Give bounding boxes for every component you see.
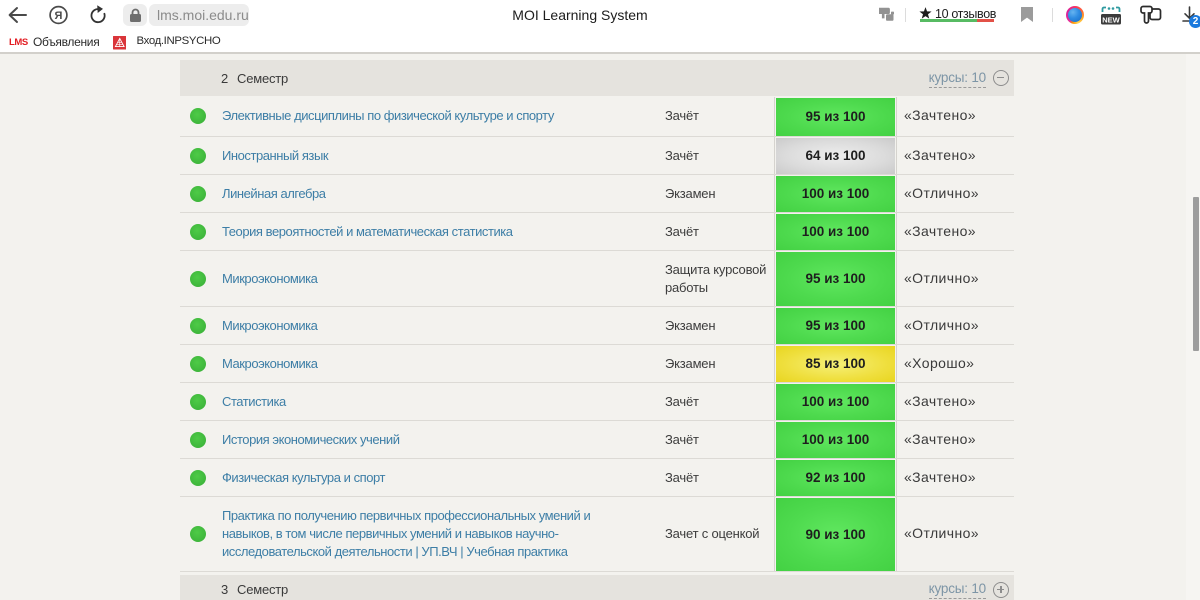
svg-text:Я: Я [55, 10, 63, 22]
svg-text:NEW: NEW [1102, 15, 1120, 24]
